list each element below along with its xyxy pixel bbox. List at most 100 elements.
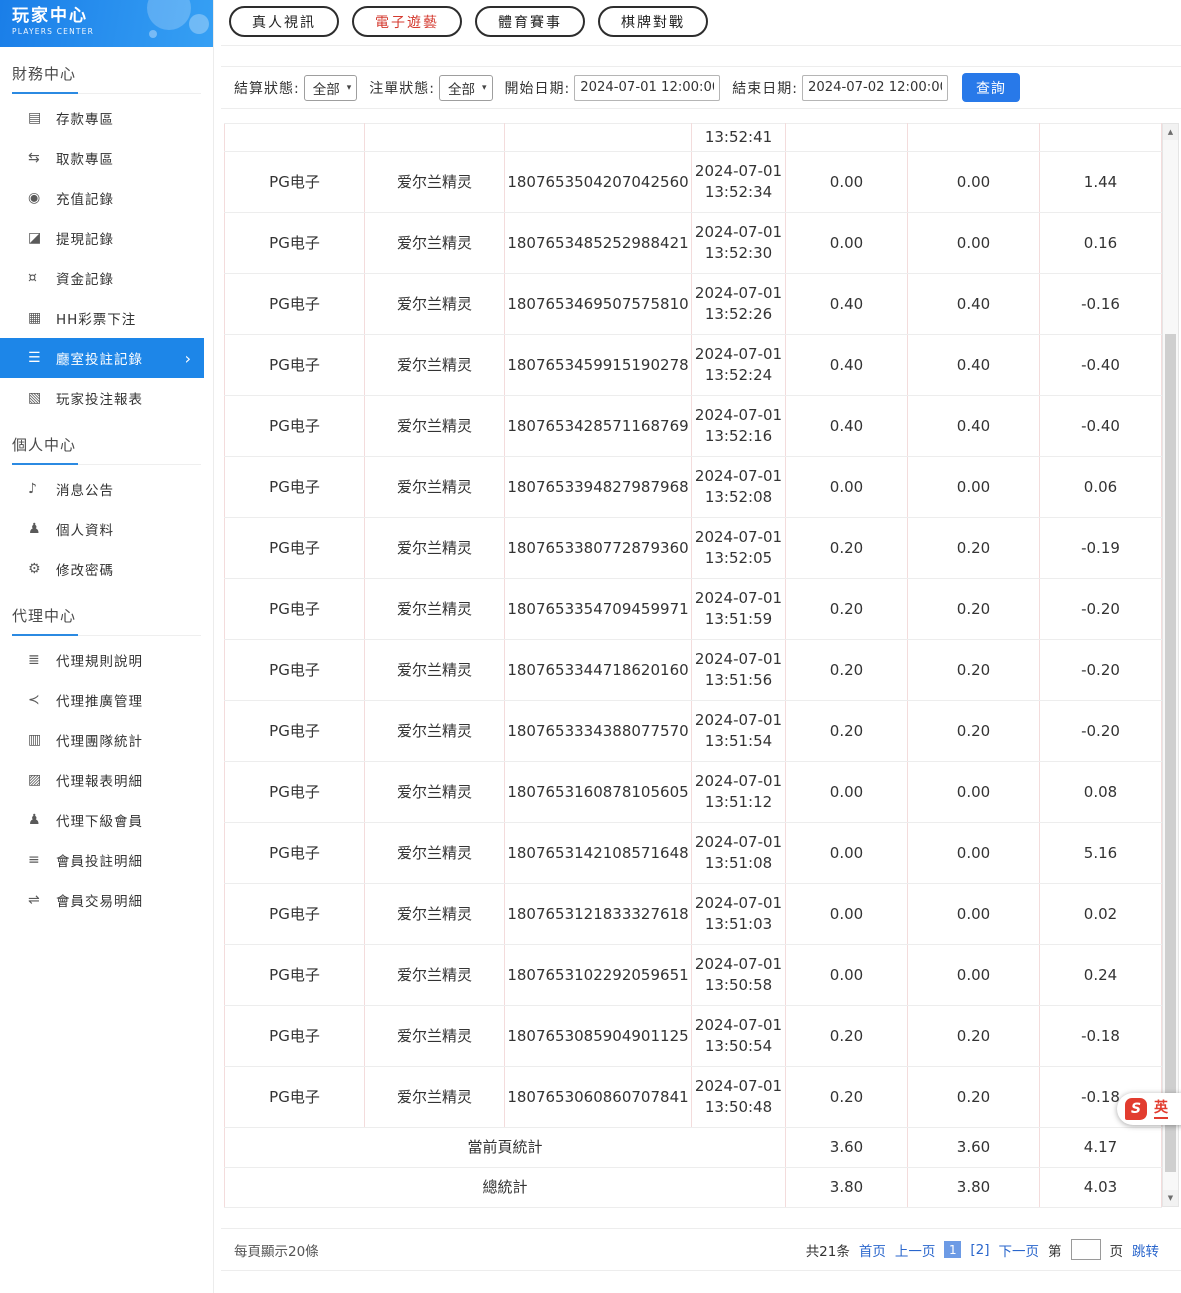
winloss-cell: 0.24 <box>1040 945 1162 1006</box>
tab-slots[interactable]: 電子遊藝 <box>352 6 462 37</box>
order-cell: 1807653394827987968 <box>505 457 692 518</box>
sidebar-item-agent-report-detail[interactable]: ▨代理報表明細 <box>0 760 213 800</box>
cashout-record-icon: ◪ <box>28 230 56 246</box>
sidebar-item-announcements[interactable]: ♪消息公告 <box>0 469 213 509</box>
sidebar-item-profile[interactable]: ♟個人資料 <box>0 509 213 549</box>
scroll-up-arrow-icon[interactable]: ▲ <box>1163 124 1178 140</box>
table-row: PG电子爱尔兰精灵18076533343880775702024-07-0113… <box>225 701 1162 762</box>
datetime-cell: 2024-07-0113:52:24 <box>692 335 786 396</box>
total-stats-row: 總統計3.803.804.03 <box>225 1168 1162 1208</box>
next-page-link[interactable]: 下一页 <box>999 1240 1040 1260</box>
order-cell: 1807653469507575810 <box>505 274 692 335</box>
sidebar-item-agent-rules[interactable]: ≣代理規則說明 <box>0 640 213 680</box>
room-bet-record-icon: ☰ <box>28 350 56 366</box>
prev-page-link[interactable]: 上一页 <box>895 1240 936 1260</box>
sidebar-item-label: 個人資料 <box>56 519 114 539</box>
table-row: PG电子爱尔兰精灵18076534599151902782024-07-0113… <box>225 335 1162 396</box>
sidebar-item-player-bet-report[interactable]: ▧玩家投注報表 <box>0 378 213 418</box>
pager: 共21条 首页 上一页 1 [2] 下一页 第 页 跳转 <box>806 1239 1159 1260</box>
chevron-down-icon: ▾ <box>347 83 352 93</box>
order-cell <box>505 124 692 152</box>
first-page-link[interactable]: 首页 <box>859 1240 886 1260</box>
bet-amount-cell: 0.20 <box>786 518 908 579</box>
table-row: PG电子爱尔兰精灵18076531022920596512024-07-0113… <box>225 945 1162 1006</box>
bet-amount-cell: 0.00 <box>786 457 908 518</box>
datetime-cell: 2024-07-0113:51:59 <box>692 579 786 640</box>
bet-cell <box>786 124 908 152</box>
bet-amount-cell: 0.00 <box>786 213 908 274</box>
order-cell: 1807653354709459971 <box>505 579 692 640</box>
pagination-bar: 每頁顯示20條 共21条 首页 上一页 1 [2] 下一页 第 页 跳转 <box>221 1228 1181 1271</box>
bet-amount-cell: 0.20 <box>786 1006 908 1067</box>
game-cell: 爱尔兰精灵 <box>365 823 505 884</box>
sidebar-item-member-bet-detail[interactable]: ≡會員投註明細 <box>0 840 213 880</box>
order-cell: 1807653334388077570 <box>505 701 692 762</box>
datetime-cell: 2024-07-0113:51:54 <box>692 701 786 762</box>
bet-amount-cell: 0.00 <box>786 945 908 1006</box>
sidebar-item-room-bet-record[interactable]: ☰廳室投註記錄› <box>0 338 204 378</box>
datetime-cell: 2024-07-0113:52:16 <box>692 396 786 457</box>
page-2-link[interactable]: [2] <box>970 1242 989 1258</box>
provider-cell: PG电子 <box>225 884 365 945</box>
bet-amount-cell: 0.00 <box>786 823 908 884</box>
sidebar-item-withdraw[interactable]: ⇆取款專區 <box>0 138 213 178</box>
game-cell: 爱尔兰精灵 <box>365 945 505 1006</box>
jump-button[interactable]: 跳转 <box>1132 1240 1159 1260</box>
sidebar-item-lottery-bet[interactable]: ▦HH彩票下注 <box>0 298 213 338</box>
main-content: 真人視訊電子遊藝體育賽事棋牌對戰 結算狀態: 全部 ▾ 注單狀態: 全部 ▾ 開… <box>221 0 1181 1293</box>
translate-widget[interactable]: S 英 <box>1117 1093 1181 1125</box>
total-count-text: 共21条 <box>806 1240 850 1260</box>
sidebar-item-recharge-record[interactable]: ◉充值記錄 <box>0 178 213 218</box>
sidebar-item-agent-promo[interactable]: ≺代理推廣管理 <box>0 680 213 720</box>
settle-status-select[interactable]: 全部 ▾ <box>304 75 358 101</box>
sidebar-item-change-password[interactable]: ⚙修改密碼 <box>0 549 213 589</box>
datetime-cell: 2024-07-0113:50:54 <box>692 1006 786 1067</box>
start-date-input[interactable] <box>574 75 720 101</box>
scrollbar-thumb[interactable] <box>1165 334 1176 1172</box>
funds-record-icon: ¤ <box>28 270 56 286</box>
provider-cell: PG电子 <box>225 1067 365 1128</box>
deposit-icon: ▤ <box>28 110 56 126</box>
tab-card-games[interactable]: 棋牌對戰 <box>598 6 708 37</box>
winloss-cell: -0.40 <box>1040 396 1162 457</box>
sidebar-section-title: 個人中心 <box>12 434 201 465</box>
sidebar-item-cashout-record[interactable]: ◪提現記錄 <box>0 218 213 258</box>
valid-bet-cell: 0.00 <box>908 945 1040 1006</box>
order-status-select[interactable]: 全部 ▾ <box>439 75 493 101</box>
sidebar-item-deposit[interactable]: ▤存款專區 <box>0 98 213 138</box>
tab-sports[interactable]: 體育賽事 <box>475 6 585 37</box>
scroll-down-arrow-icon[interactable]: ▼ <box>1163 1190 1178 1206</box>
table-scrollbar[interactable]: ▲ ▼ <box>1162 123 1179 1207</box>
table-row: PG电子爱尔兰精灵18076531421085716482024-07-0113… <box>225 823 1162 884</box>
bet-amount-cell: 0.20 <box>786 701 908 762</box>
valid-bet-cell: 0.20 <box>908 1006 1040 1067</box>
tab-live-casino[interactable]: 真人視訊 <box>229 6 339 37</box>
page-1-current[interactable]: 1 <box>944 1241 961 1258</box>
jump-page-input[interactable] <box>1071 1239 1101 1260</box>
sidebar-item-funds-record[interactable]: ¤資金記錄 <box>0 258 213 298</box>
search-button[interactable]: 查詢 <box>962 73 1020 102</box>
sidebar-item-agent-team-stats[interactable]: ▥代理團隊統計 <box>0 720 213 760</box>
winloss-cell: -0.20 <box>1040 640 1162 701</box>
valid-bet-cell <box>908 124 1040 152</box>
sidebar-item-agent-sub-members[interactable]: ♟代理下級會員 <box>0 800 213 840</box>
stats-label-cell: 總統計 <box>225 1168 786 1208</box>
document-icon: ≣ <box>28 652 56 668</box>
bet-amount-cell: 0.20 <box>786 1067 908 1128</box>
provider-cell: PG电子 <box>225 213 365 274</box>
game-cell: 爱尔兰精灵 <box>365 213 505 274</box>
valid-bet-cell: 0.20 <box>908 701 1040 762</box>
table-row: PG电子爱尔兰精灵18076530859049011252024-07-0113… <box>225 1006 1162 1067</box>
order-cell: 1807653102292059651 <box>505 945 692 1006</box>
datetime-cell: 2024-07-0113:51:03 <box>692 884 786 945</box>
sidebar-nav: 財務中心▤存款專區⇆取款專區◉充值記錄◪提現記錄¤資金記錄▦HH彩票下注☰廳室投… <box>0 63 213 920</box>
bet-amount-cell: 0.00 <box>786 762 908 823</box>
table-row: PG电子爱尔兰精灵18076533948279879682024-07-0113… <box>225 457 1162 518</box>
provider-cell: PG电子 <box>225 152 365 213</box>
end-date-input[interactable] <box>802 75 948 101</box>
provider-cell: PG电子 <box>225 396 365 457</box>
sidebar-item-member-transaction[interactable]: ⇌會員交易明細 <box>0 880 213 920</box>
player-bet-report-icon: ▧ <box>28 390 56 406</box>
valid-bet-cell: 0.40 <box>908 396 1040 457</box>
winloss-cell: 1.44 <box>1040 152 1162 213</box>
